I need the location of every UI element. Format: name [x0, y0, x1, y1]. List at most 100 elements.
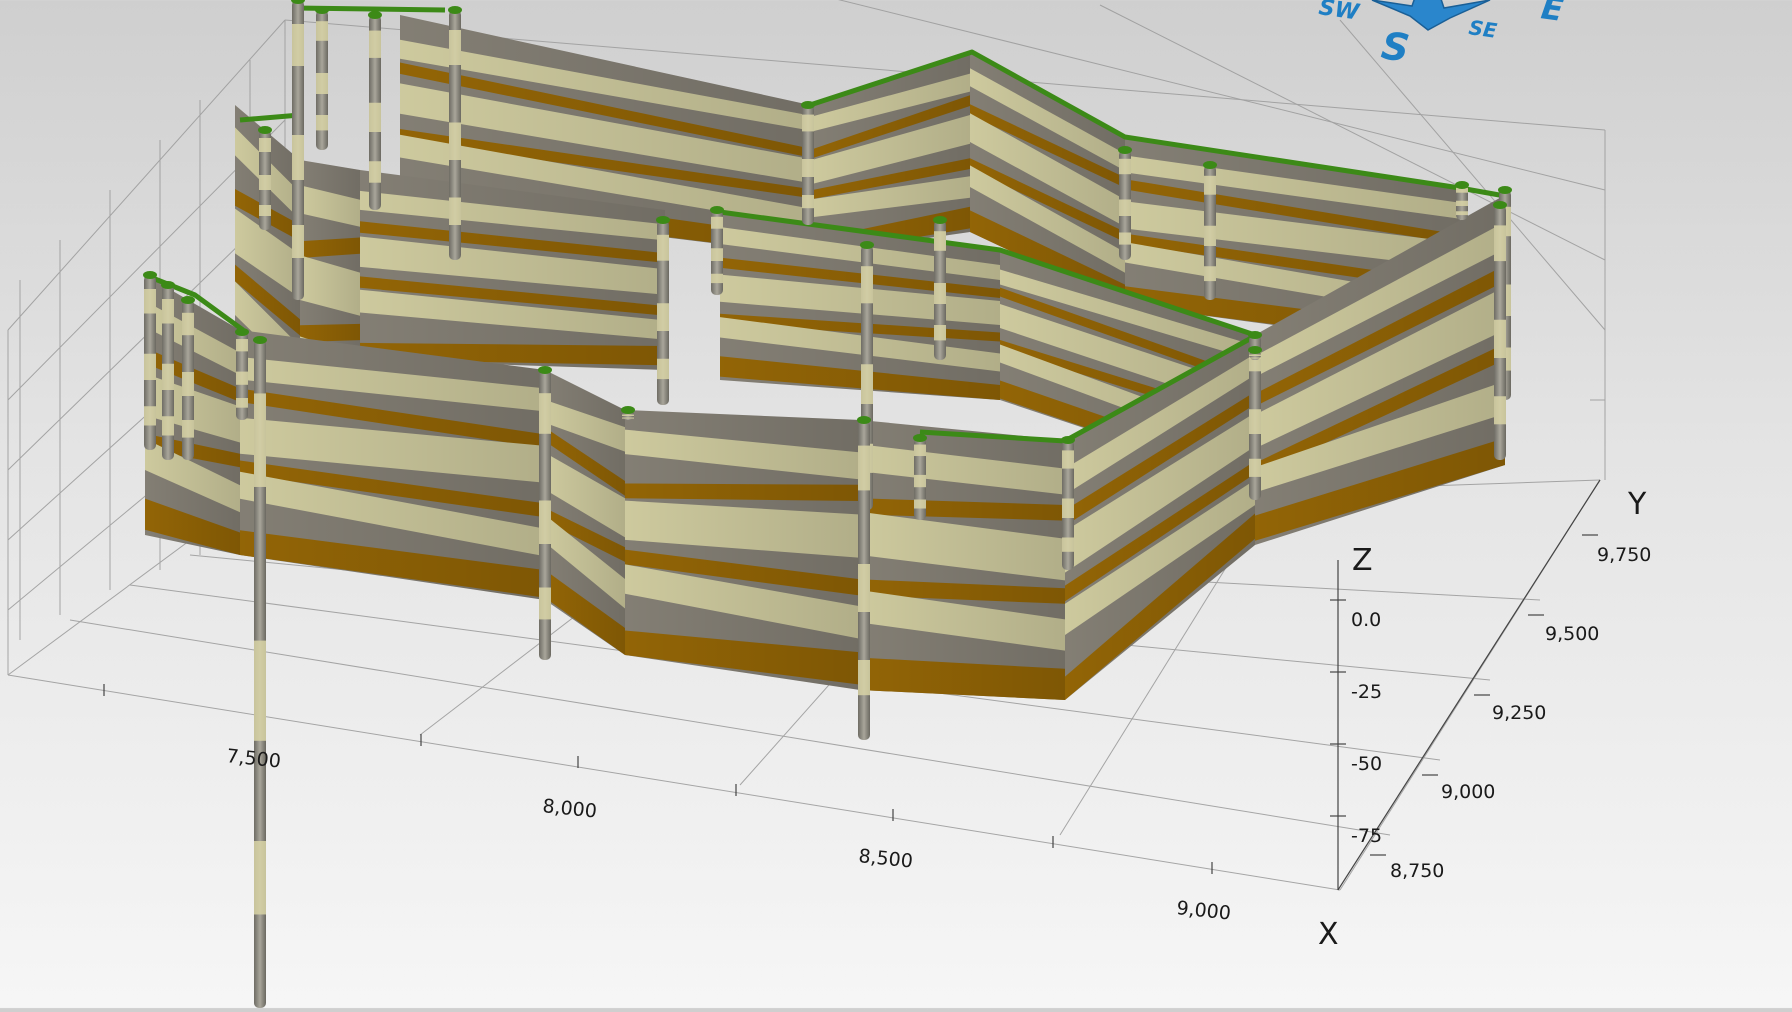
- borehole-sand-segment: [162, 416, 174, 436]
- 3d-viewport[interactable]: 7,500 8,000 8,500 9,000 X 8,750 9,000 9,…: [0, 0, 1792, 1008]
- y-tick-label: 9,500: [1545, 623, 1599, 645]
- borehole-sand-segment: [1119, 158, 1131, 175]
- borehole-sand-segment: [1494, 396, 1506, 425]
- compass-label-sw: SW: [1317, 0, 1362, 26]
- borehole: [258, 126, 272, 230]
- borehole-cap: [258, 126, 272, 134]
- borehole-sand-segment: [292, 225, 304, 258]
- borehole-sand-segment: [711, 273, 723, 284]
- borehole-cap: [448, 6, 462, 14]
- fence-diagram-scene[interactable]: 7,500 8,000 8,500 9,000 X 8,750 9,000 9,…: [0, 0, 1792, 1008]
- borehole-sand-segment: [539, 393, 551, 434]
- borehole-cap: [857, 416, 871, 424]
- x-tick-label: 9,000: [1175, 897, 1231, 925]
- borehole: [1203, 161, 1217, 300]
- borehole-cap: [710, 206, 724, 214]
- borehole-sand-segment: [858, 660, 870, 696]
- borehole: [538, 366, 552, 660]
- borehole-sand-segment: [1062, 498, 1074, 518]
- x-tick-label: 7,500: [225, 745, 281, 773]
- borehole-cap: [860, 241, 874, 249]
- x-tick-label: 8,000: [541, 795, 597, 823]
- panel-shade: [720, 210, 1000, 400]
- panel-shade: [545, 370, 625, 655]
- borehole: [448, 6, 462, 260]
- borehole-sand-segment: [858, 564, 870, 612]
- y-tick-label: 9,000: [1441, 781, 1495, 803]
- compass-rose[interactable]: SW S SE E: [1317, 0, 1566, 71]
- borehole-cap: [621, 406, 635, 414]
- borehole-sand-segment: [861, 266, 873, 304]
- borehole-cap: [538, 366, 552, 374]
- borehole-sand-segment: [1062, 450, 1074, 469]
- panel-shade: [240, 330, 545, 600]
- z-axis-tick-labels: 0.0 -25 -50 -75: [1351, 609, 1382, 847]
- borehole-sand-segment: [182, 312, 194, 336]
- fence-panel: [860, 420, 1065, 700]
- borehole-sand-segment: [1456, 200, 1468, 206]
- borehole-sand-segment: [802, 195, 814, 209]
- fence-panel: [810, 52, 970, 255]
- borehole-sand-segment: [1249, 354, 1261, 356]
- borehole-sand-segment: [622, 414, 634, 416]
- borehole-sand-segment: [1204, 175, 1216, 195]
- borehole-cap: [181, 296, 195, 304]
- borehole-sand-segment: [236, 371, 248, 385]
- borehole-sand-segment: [1249, 409, 1261, 434]
- borehole-sand-segment: [369, 30, 381, 58]
- borehole: [656, 216, 670, 405]
- borehole: [143, 271, 157, 450]
- borehole-sand-segment: [316, 21, 328, 41]
- borehole-sand-segment: [657, 358, 669, 380]
- borehole-sand-segment: [934, 325, 946, 341]
- y-axis-label: Y: [1627, 487, 1647, 522]
- borehole-sand-segment: [182, 372, 194, 396]
- borehole-cap: [913, 434, 927, 442]
- borehole-cap: [933, 216, 947, 224]
- borehole: [315, 6, 329, 150]
- x-axis-label: X: [1318, 917, 1339, 952]
- borehole-sand-segment: [236, 339, 248, 352]
- borehole: [1493, 201, 1507, 460]
- borehole-sand-segment: [802, 159, 814, 177]
- y-axis-tick-labels: 8,750 9,000 9,250 9,500 9,750: [1390, 544, 1651, 882]
- y-tick-label: 9,750: [1597, 544, 1651, 566]
- z-tick-label: 0.0: [1351, 609, 1381, 631]
- borehole-cap: [315, 6, 329, 14]
- borehole-sand-segment: [657, 234, 669, 261]
- borehole-sand-segment: [259, 175, 271, 190]
- borehole-sand-segment: [657, 303, 669, 331]
- borehole-sand-segment: [144, 353, 156, 380]
- y-tick-label: 8,750: [1390, 860, 1444, 882]
- borehole-sand-segment: [934, 283, 946, 304]
- borehole: [253, 336, 267, 1008]
- borehole-sand-segment: [539, 587, 551, 620]
- borehole: [801, 101, 815, 225]
- borehole-sand-segment: [259, 138, 271, 152]
- panel-shade: [625, 410, 860, 690]
- borehole-sand-segment: [914, 474, 926, 488]
- fence-panel: [240, 330, 545, 600]
- borehole: [235, 328, 249, 420]
- borehole-sand-segment: [162, 299, 174, 324]
- z-tick-label: -25: [1351, 681, 1382, 703]
- borehole-sand-segment: [802, 114, 814, 132]
- borehole-sand-segment: [1204, 225, 1216, 246]
- z-axis-label: Z: [1352, 543, 1373, 578]
- borehole-sand-segment: [1494, 225, 1506, 262]
- borehole-sand-segment: [1119, 199, 1131, 216]
- borehole-sand-segment: [292, 24, 304, 66]
- borehole-sand-segment: [914, 444, 926, 457]
- borehole-cap: [1455, 181, 1469, 189]
- borehole-sand-segment: [369, 102, 381, 132]
- borehole-sand-segment: [858, 445, 870, 491]
- borehole: [1455, 181, 1469, 220]
- borehole: [161, 281, 175, 460]
- borehole-sand-segment: [1062, 537, 1074, 552]
- borehole-cap: [1493, 201, 1507, 209]
- borehole-cap: [368, 11, 382, 19]
- borehole: [181, 296, 195, 460]
- y-tick-label: 9,250: [1492, 702, 1546, 724]
- borehole-cap: [253, 336, 267, 344]
- panel-shade: [860, 420, 1065, 700]
